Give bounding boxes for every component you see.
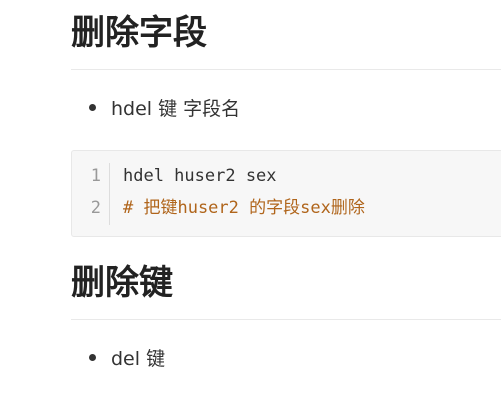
list-item-text: del 键 <box>111 348 166 370</box>
section-heading-delete-key: 删除键 <box>71 263 173 303</box>
heading-divider <box>71 69 501 70</box>
bullet-icon <box>89 104 96 111</box>
line-number: 1 <box>90 166 101 186</box>
code-line-command: hdel huser2 sex <box>123 166 277 186</box>
code-line-comment: # 把键huser2 的字段sex删除 <box>123 198 365 218</box>
line-number-gutter: 1 2 <box>72 163 110 225</box>
heading-divider <box>71 319 501 320</box>
list-item: hdel 键 字段名 <box>89 100 240 119</box>
line-number: 2 <box>90 198 101 218</box>
code-block: 1 2 hdel huser2 sex # 把键huser2 的字段sex删除 <box>71 150 501 237</box>
list-item: del 键 <box>89 350 165 369</box>
list-item-text: hdel 键 字段名 <box>111 98 241 120</box>
bullet-icon <box>89 354 96 361</box>
section-heading-delete-field: 删除字段 <box>71 13 207 53</box>
